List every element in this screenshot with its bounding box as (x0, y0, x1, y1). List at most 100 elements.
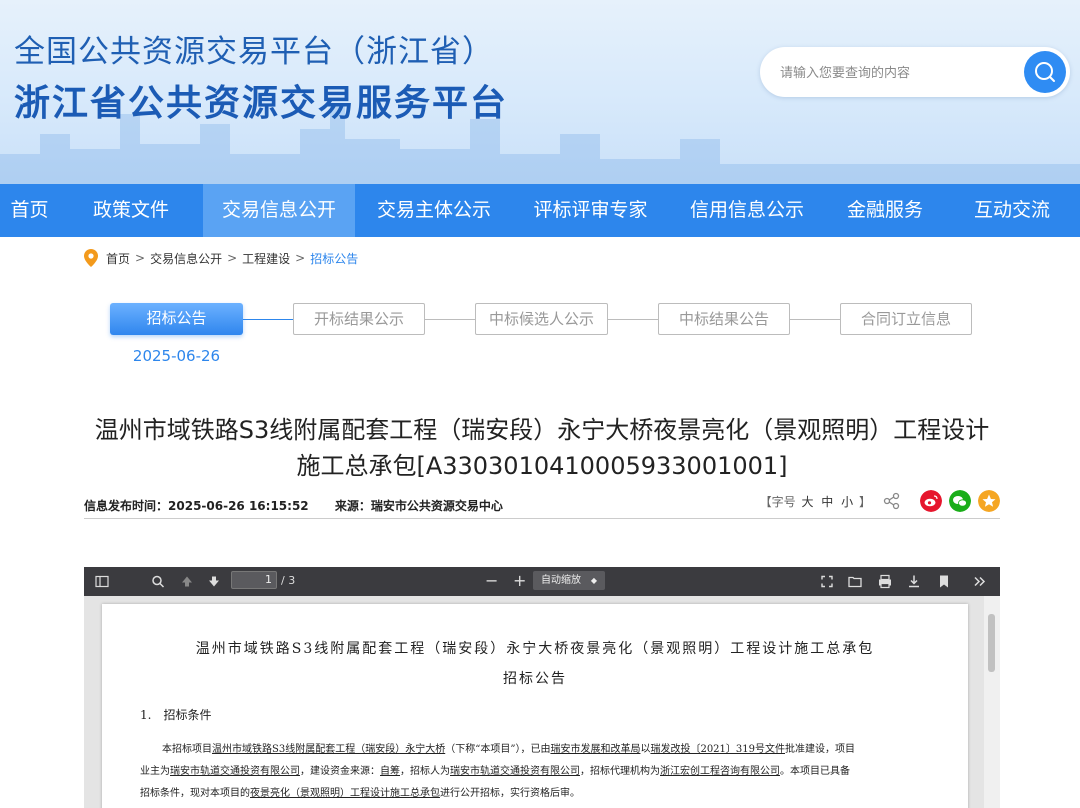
chevron-down-icon: ◆ (590, 576, 597, 585)
publish-value: 2025-06-26 16:15:52 (168, 499, 309, 513)
source-label: 来源： (334, 499, 371, 513)
platform-subtitle: 浙江省公共资源交易服务平台 (14, 83, 509, 124)
nav-item-trade-info[interactable]: 交易信息公开 (203, 184, 355, 237)
breadcrumb-current: 招标公告 (310, 251, 359, 266)
location-pin-icon (84, 249, 98, 267)
print-icon[interactable] (877, 572, 893, 591)
breadcrumb-separator: > (295, 251, 306, 265)
text-segment: 。本项目已具备 (780, 766, 850, 777)
nav-item-finance[interactable]: 金融服务 (826, 184, 944, 237)
paragraph-line1: 本招标项目温州市域铁路S3线附属配套工程（瑞安段）永宁大桥（下称“本项目”），已… (162, 739, 942, 761)
find-icon[interactable] (150, 572, 166, 591)
text-segment: 批准建设，项目 (785, 744, 855, 755)
pdf-scrollbar[interactable] (984, 596, 1000, 808)
font-size-control: 【字号 大 中 小 】 (760, 493, 871, 510)
source: 来源：瑞安市公共资源交易中心 (335, 499, 503, 513)
text-segment: 瑞发改投〔2021〕319号文件 (650, 744, 785, 755)
download-icon[interactable] (906, 572, 922, 591)
zoom-select[interactable]: 自动缩放 ◆ (533, 571, 605, 590)
font-size-medium[interactable]: 中 (821, 495, 833, 509)
text-segment: 以 (640, 744, 651, 755)
search-box (760, 47, 1070, 97)
breadcrumb: 首页 > 交易信息公开 > 工程建设 > 招标公告 (84, 248, 358, 268)
wechat-icon[interactable] (949, 490, 971, 512)
scrollbar-thumb[interactable] (988, 614, 995, 672)
text-segment: 招标条件，现对本项目的 (140, 788, 250, 799)
step-connector (790, 319, 840, 320)
source-value: 瑞安市公共资源交易中心 (370, 499, 503, 513)
platform-title: 全国公共资源交易平台（浙江省） (14, 34, 494, 70)
text-segment: ，招标人为 (400, 766, 450, 777)
text-segment: 本招标项目 (162, 744, 212, 755)
nav-item-policy[interactable]: 政策文件 (93, 184, 203, 237)
text-segment: 进行公开招标，实行资格后审。 (440, 788, 580, 799)
step-connector (243, 319, 293, 320)
text-segment: ，建设资金来源： (300, 766, 380, 777)
article-title: 温州市域铁路S3线附属配套工程（瑞安段）永宁大桥夜景亮化（景观照明）工程设计施工… (94, 416, 990, 480)
nav-item-home[interactable]: 首页 (0, 184, 59, 237)
weibo-icon[interactable] (920, 490, 942, 512)
tools-menu-icon[interactable] (972, 572, 988, 591)
sidebar-toggle-icon[interactable] (94, 572, 110, 591)
main-nav: 首页 政策文件 交易信息公开 交易主体公示 评标评审专家 信用信息公示 金融服务… (0, 184, 1080, 237)
paragraph-line2: 业主为瑞安市轨道交通投资有限公司，建设资金来源：自筹，招标人为瑞安市轨道交通投资… (140, 761, 942, 805)
text-segment: 自筹 (380, 766, 400, 777)
step-tender-notice[interactable]: 招标公告 (110, 303, 243, 335)
nav-item-credit[interactable]: 信用信息公示 (668, 184, 826, 237)
document-subtitle: 招标公告 (503, 671, 567, 687)
section-heading: 1. 招标条件 (140, 708, 212, 722)
share-icon[interactable] (883, 492, 901, 510)
document-title: 温州市域铁路S3线附属配套工程（瑞安段）永宁大桥夜景亮化（景观照明）工程设计施工… (195, 641, 875, 657)
page-total: / 3 (281, 574, 296, 587)
step-date: 2025-06-26 (132, 347, 221, 365)
presentation-mode-icon[interactable] (819, 572, 835, 591)
nav-item-trade-subject[interactable]: 交易主体公示 (355, 184, 513, 237)
zoom-out-button[interactable]: − (485, 571, 498, 590)
process-steps: 招标公告 开标结果公示 中标候选人公示 中标结果公告 合同订立信息 2025-0… (0, 303, 1080, 365)
zoom-in-button[interactable]: + (513, 571, 526, 590)
font-size-large[interactable]: 大 (801, 495, 813, 509)
breadcrumb-home[interactable]: 首页 (106, 250, 130, 267)
favorite-star-icon[interactable] (978, 490, 1000, 512)
text-segment: 瑞安市发展和改革局 (550, 744, 641, 755)
font-size-open: 【字号 (759, 494, 796, 509)
text-segment: 温州市域铁路S3线附属配套工程（瑞安段）永宁大桥 (212, 744, 446, 755)
page-number-input[interactable]: 1 (231, 571, 277, 589)
font-size-small[interactable]: 小 (841, 495, 853, 509)
breadcrumb-separator: > (227, 251, 238, 265)
text-segment: 瑞安市轨道交通投资有限公司 (170, 766, 300, 777)
site-header: 全国公共资源交易平台（浙江省） 浙江省公共资源交易服务平台 (0, 0, 1080, 184)
nav-item-interaction[interactable]: 互动交流 (944, 184, 1080, 237)
text-segment: 夜景亮化（景观照明）工程设计施工总承包 (250, 788, 440, 799)
next-page-icon[interactable] (206, 572, 222, 591)
search-button[interactable] (1024, 51, 1066, 93)
step-connector (608, 319, 658, 320)
zoom-select-value: 自动缩放 (541, 575, 581, 586)
step-contract[interactable]: 合同订立信息 (840, 303, 972, 335)
pdf-toolbar: 1 / 3 − + 自动缩放 ◆ (84, 567, 1000, 596)
text-segment: （下称“本项目”），已由 (445, 744, 551, 755)
step-connector (425, 319, 475, 320)
nav-item-experts[interactable]: 评标评审专家 (513, 184, 668, 237)
publish-time: 信息发布时间：2025-06-26 16:15:52 (84, 499, 309, 513)
breadcrumb-separator: > (135, 251, 146, 265)
text-segment: 瑞安市轨道交通投资有限公司 (450, 766, 580, 777)
article-meta: 信息发布时间：2025-06-26 16:15:52 来源：瑞安市公共资源交易中… (84, 490, 1000, 519)
breadcrumb-trade-info[interactable]: 交易信息公开 (150, 250, 222, 267)
step-candidates[interactable]: 中标候选人公示 (475, 303, 608, 335)
bookmark-icon[interactable] (936, 572, 952, 591)
pdf-page: 温州市域铁路S3线附属配套工程（瑞安段）永宁大桥夜景亮化（景观照明）工程设计施工… (102, 604, 968, 808)
text-segment: ，招标代理机构为 (580, 766, 660, 777)
publish-label: 信息发布时间： (84, 499, 169, 513)
search-input[interactable] (778, 59, 1022, 87)
search-icon (1035, 62, 1055, 82)
step-bid-opening[interactable]: 开标结果公示 (293, 303, 425, 335)
breadcrumb-engineering[interactable]: 工程建设 (242, 250, 290, 267)
text-segment: 业主为 (140, 766, 170, 777)
font-size-close: 】 (858, 494, 871, 509)
previous-page-icon[interactable] (179, 572, 195, 591)
open-file-icon[interactable] (847, 572, 863, 591)
text-segment: 浙江宏创工程咨询有限公司 (660, 766, 780, 777)
step-award-result[interactable]: 中标结果公告 (658, 303, 790, 335)
pdf-viewer: 1 / 3 − + 自动缩放 ◆ 温州市域铁路S3线附属配套工程（瑞安段）永宁大桥… (84, 567, 1000, 808)
